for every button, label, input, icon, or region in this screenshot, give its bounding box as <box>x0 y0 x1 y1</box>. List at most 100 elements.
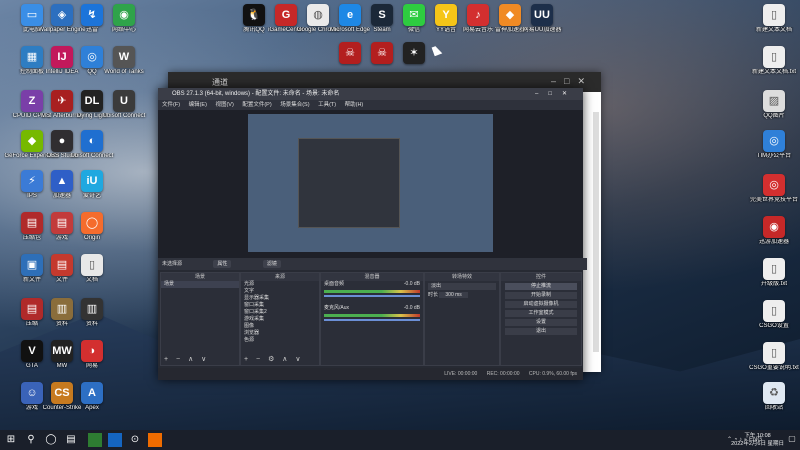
source-item[interactable]: 浏览器 <box>241 330 319 337</box>
source-item[interactable]: 图像 <box>241 323 319 330</box>
menu-edit[interactable]: 编辑(E) <box>189 102 207 108</box>
desktop-shortcut[interactable]: ◎ 完美世界竞技平台 <box>746 172 800 218</box>
minimize-icon[interactable]: – <box>551 76 564 86</box>
virtual-camera-button[interactable]: 启动虚拟摄像机 <box>505 301 577 308</box>
desktop-shortcut[interactable]: ▯ 升级版.txt <box>746 256 800 302</box>
shortcut-label: 爱奇艺 <box>82 193 101 199</box>
shortcut-icon: ▯ <box>763 4 785 26</box>
menu-file[interactable]: 文件(F) <box>162 102 180 108</box>
task-view-icon[interactable]: ◯ <box>44 433 58 447</box>
desktop-shortcut[interactable]: ◎ TIM办公平台 <box>746 128 800 174</box>
volume-slider[interactable] <box>324 295 420 297</box>
obs-title: OBS 27.1.3 (64-bit, windows) - 配置文件: 未命名… <box>172 91 340 97</box>
controls-header: 控件 <box>501 273 581 281</box>
scenes-header: 场景 <box>161 273 239 281</box>
desktop-shortcut[interactable]: ▥ 资料 <box>64 296 120 342</box>
rec-status: REC: 00:00:00 <box>486 371 520 377</box>
window-controls[interactable]: –□✕ <box>551 76 593 87</box>
obs-titlebar[interactable]: OBS 27.1.3 (64-bit, windows) - 配置文件: 未命名… <box>158 88 583 100</box>
menu-help[interactable]: 帮助(H) <box>345 102 364 108</box>
widgets-icon[interactable]: ▤ <box>64 433 78 447</box>
sources-dock: 来源 光源 文字 显示器采集 窗口采集 窗口采集2 游戏采集 图像 浏览器 色源… <box>240 272 320 366</box>
desktop-shortcut[interactable]: ◑ 网易 <box>64 338 120 384</box>
obs-taskbar-icon[interactable]: ⊙ <box>128 433 142 447</box>
source-item[interactable]: 文字 <box>241 288 319 295</box>
shortcut-label: 完美世界竞技平台 <box>749 197 798 203</box>
source-item[interactable]: 窗口采集 <box>241 302 319 309</box>
source-item[interactable]: 光源 <box>241 281 319 288</box>
source-item[interactable]: 色源 <box>241 337 319 344</box>
desktop-shortcut[interactable]: A Apex <box>64 380 120 426</box>
desktop-shortcut[interactable]: W World of Tanks <box>96 44 152 90</box>
shortcut-label: 网络中心 <box>111 27 136 33</box>
volume-meter <box>324 290 420 293</box>
desktop-shortcut[interactable]: ♻ 回收站 <box>746 380 800 426</box>
maximize-icon[interactable]: □ <box>564 76 577 86</box>
shortcut-icon: ◎ <box>763 130 785 152</box>
shortcut-label: CSGO重要说明.txt <box>749 365 799 371</box>
shortcut-label: World of Tanks <box>104 69 144 75</box>
volume-slider[interactable] <box>324 319 420 321</box>
source-item[interactable]: 显示器采集 <box>241 295 319 302</box>
obs-window[interactable]: OBS 27.1.3 (64-bit, windows) - 配置文件: 未命名… <box>158 88 587 380</box>
source-item[interactable]: 游戏采集 <box>241 316 319 323</box>
browser-title: 通道 <box>212 78 228 87</box>
duration-label: 时长 <box>428 292 439 298</box>
properties-button[interactable]: 属性 <box>213 260 232 268</box>
shortcut-icon: ◉ <box>113 4 135 26</box>
browser-scrollbar[interactable] <box>593 112 599 352</box>
menu-view[interactable]: 视图(V) <box>215 102 233 108</box>
transition-select[interactable]: 淡出 <box>428 283 496 290</box>
shortcut-label: Origin <box>83 235 100 241</box>
desktop-shortcut[interactable]: ◉ 迅游加速器 <box>746 214 800 260</box>
desktop-shortcut[interactable]: ◯ Origin <box>64 210 120 256</box>
studio-mode-button[interactable]: 工作室模式 <box>505 310 577 317</box>
shortcut-label: Apex <box>85 405 99 411</box>
obs-preview[interactable] <box>158 110 583 258</box>
shortcut-label: 新建文本文档.txt <box>751 69 796 75</box>
track-name: 桌面音频 <box>324 281 345 287</box>
windows-start-icon[interactable]: ⊞ <box>4 433 18 447</box>
stop-streaming-button[interactable]: 停止推流 <box>505 283 577 290</box>
shortcut-icon: ▯ <box>81 254 103 276</box>
shortcut-icon: W <box>113 46 135 68</box>
scene-item[interactable]: 场景 <box>161 281 239 288</box>
menu-tools[interactable]: 工具(T) <box>318 102 336 108</box>
desktop-shortcut[interactable]: iU 爱奇艺 <box>64 168 120 214</box>
desktop-shortcut[interactable]: UU 网易UU加速器 <box>514 2 570 48</box>
scene-controls[interactable]: + − ∧ ∨ <box>164 355 209 363</box>
shortcut-icon: ◉ <box>763 216 785 238</box>
source-controls[interactable]: + − ⚙ ∧ ∨ <box>244 355 303 363</box>
search-icon[interactable]: ⚲ <box>24 433 38 447</box>
notification-icon[interactable]: ▢ <box>786 434 798 446</box>
close-icon[interactable]: ✕ <box>562 91 577 97</box>
shortcut-label: CSGO设置 <box>759 323 789 329</box>
taskbar-app-icon[interactable] <box>108 433 122 447</box>
clock[interactable]: 下午 10:08 2022年2月6日 星期日 <box>731 432 784 448</box>
close-icon[interactable]: ✕ <box>577 76 593 86</box>
shortcut-label: 回收站 <box>764 405 783 411</box>
controls-dock: 控件 停止推流 开始录制 启动虚拟摄像机 工作室模式 设置 退出 <box>500 272 582 366</box>
menu-profile[interactable]: 配置文件(P) <box>242 102 271 108</box>
start-recording-button[interactable]: 开始录制 <box>505 292 577 299</box>
filters-button[interactable]: 滤镜 <box>262 260 281 268</box>
desktop-shortcut[interactable]: ▯ 新建文本文档.txt <box>746 44 800 90</box>
maximize-icon[interactable]: □ <box>548 91 562 97</box>
desktop-shortcut[interactable]: ▯ 文档 <box>64 252 120 298</box>
settings-button[interactable]: 设置 <box>505 319 577 326</box>
shortcut-label: QQ图片 <box>763 113 785 119</box>
track-desktop-audio: 桌面音频 -0.0 dB <box>321 281 423 288</box>
shortcut-icon: U <box>113 90 135 112</box>
source-toolbar: 未选择源 属性 滤镜 <box>158 258 587 270</box>
source-item[interactable]: 窗口采集2 <box>241 309 319 316</box>
menu-scene-collection[interactable]: 场景集合(S) <box>280 102 309 108</box>
exit-button[interactable]: 退出 <box>505 328 577 335</box>
desktop-shortcut[interactable]: ▯ 新建文本文档 <box>746 2 800 48</box>
desktop-shortcut[interactable]: ▯ CSGO设置 <box>746 298 800 344</box>
desktop-shortcut[interactable]: ◉ 网络中心 <box>96 2 152 48</box>
taskbar-app-icon[interactable] <box>88 433 102 447</box>
obs-window-controls[interactable]: –□✕ <box>535 88 577 100</box>
taskbar-app-icon[interactable] <box>148 433 162 447</box>
duration-input[interactable]: 300 ms <box>439 292 468 298</box>
minimize-icon[interactable]: – <box>535 91 548 97</box>
